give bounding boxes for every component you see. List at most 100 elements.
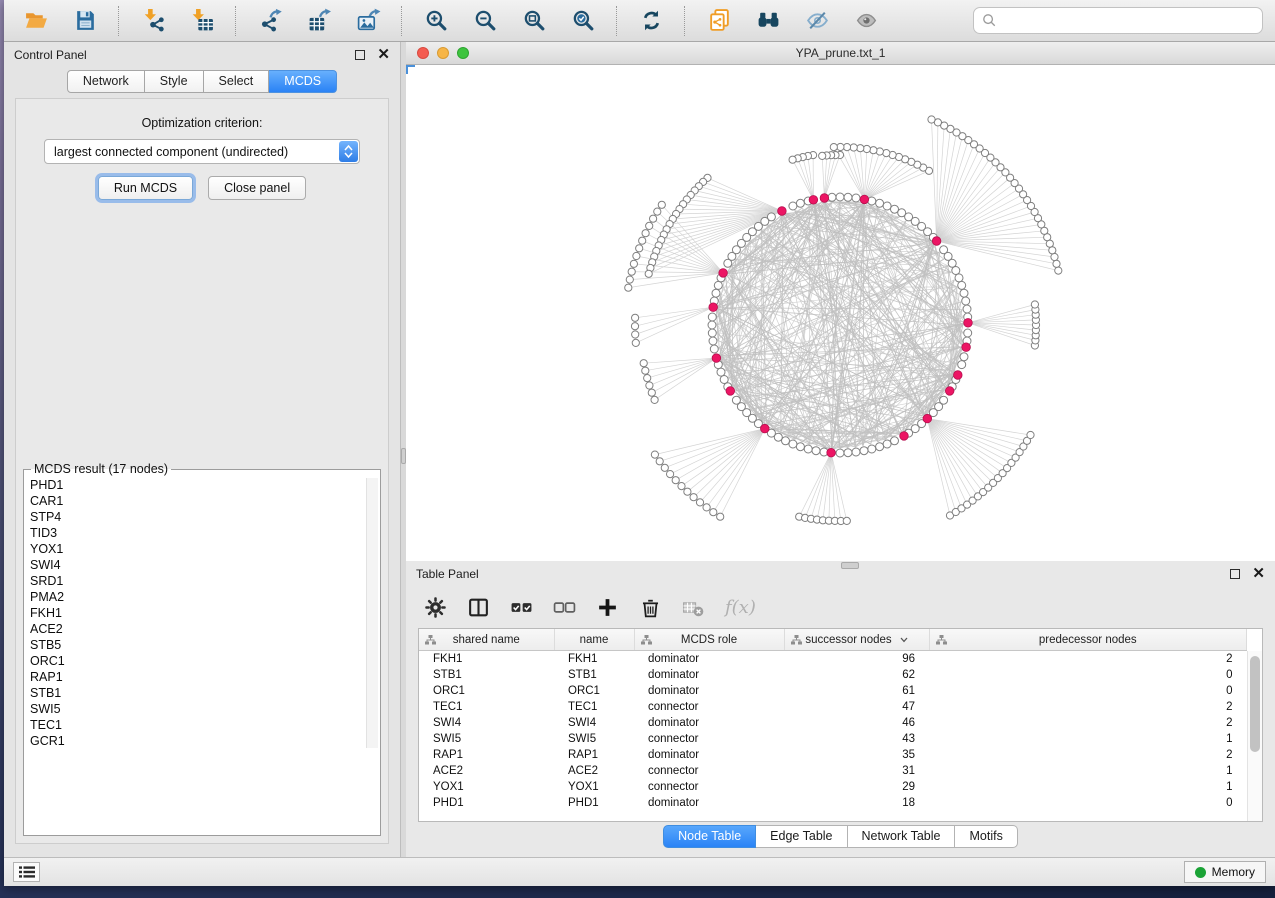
- zoom-out-button[interactable]: [465, 5, 505, 37]
- zoom-selected-button[interactable]: [563, 5, 603, 37]
- table-scrollbar-thumb[interactable]: [1250, 656, 1260, 752]
- cell: FKH1: [419, 651, 554, 668]
- result-node-item[interactable]: STB1: [30, 685, 378, 701]
- column-header-MCDS-role[interactable]: MCDS role: [634, 629, 784, 651]
- delete-table-button[interactable]: [682, 596, 705, 619]
- first-neighbors-button[interactable]: [748, 5, 788, 37]
- cell: connector: [634, 731, 784, 747]
- run-mcds-button[interactable]: Run MCDS: [98, 176, 193, 200]
- criterion-select[interactable]: largest connected component (undirected): [44, 139, 360, 164]
- tab-style[interactable]: Style: [145, 70, 204, 93]
- task-history-button[interactable]: [13, 862, 40, 882]
- cell: PHD1: [554, 795, 634, 811]
- result-node-item[interactable]: PMA2: [30, 589, 378, 605]
- table-row[interactable]: ACE2ACE2connector311: [419, 763, 1247, 779]
- tab-mcds[interactable]: MCDS: [269, 70, 337, 93]
- table-row[interactable]: STB1STB1dominator620: [419, 667, 1247, 683]
- tab-motifs[interactable]: Motifs: [955, 825, 1017, 848]
- table-row[interactable]: PHD1PHD1dominator180: [419, 795, 1247, 811]
- table-header-row[interactable]: shared namenameMCDS rolesuccessor nodesp…: [419, 629, 1247, 651]
- zoom-fit-button[interactable]: [514, 5, 554, 37]
- cell: 47: [784, 699, 929, 715]
- column-header-name[interactable]: name: [554, 629, 634, 651]
- tab-select[interactable]: Select: [204, 70, 270, 93]
- import-table-button[interactable]: [182, 5, 222, 37]
- select-all-button[interactable]: [510, 596, 533, 619]
- close-table-panel-icon[interactable]: ✕: [1252, 568, 1265, 580]
- table-row[interactable]: RAP1RAP1dominator352: [419, 747, 1247, 763]
- export-image-icon: [356, 8, 381, 33]
- create-column-button[interactable]: [596, 596, 619, 619]
- float-table-panel-icon[interactable]: [1230, 569, 1240, 579]
- close-panel-button[interactable]: Close panel: [208, 176, 306, 200]
- table-row[interactable]: SWI4SWI4dominator462: [419, 715, 1247, 731]
- column-header-successor-nodes[interactable]: successor nodes: [784, 629, 929, 651]
- function-builder-button[interactable]: f(x): [725, 597, 756, 618]
- window-zoom-icon[interactable]: [457, 47, 469, 59]
- result-node-item[interactable]: CAR1: [30, 493, 378, 509]
- result-node-item[interactable]: SWI4: [30, 557, 378, 573]
- eye-slash-icon: [805, 8, 830, 33]
- result-node-item[interactable]: YOX1: [30, 541, 378, 557]
- delete-column-button[interactable]: [639, 596, 662, 619]
- result-node-item[interactable]: GCR1: [30, 733, 378, 749]
- result-node-item[interactable]: RAP1: [30, 669, 378, 685]
- show-columns-button[interactable]: [467, 596, 490, 619]
- float-panel-icon[interactable]: [355, 50, 365, 60]
- network-canvas[interactable]: [406, 65, 1275, 561]
- close-panel-icon[interactable]: ✕: [377, 49, 390, 61]
- table-row[interactable]: YOX1YOX1connector291: [419, 779, 1247, 795]
- search-input[interactable]: [1003, 13, 1254, 29]
- import-network-icon: [141, 8, 166, 33]
- window-minimize-icon[interactable]: [437, 47, 449, 59]
- table-row[interactable]: FKH1FKH1dominator962: [419, 651, 1247, 668]
- clone-document-icon: [707, 8, 732, 33]
- cell: dominator: [634, 683, 784, 699]
- export-network-button[interactable]: [250, 5, 290, 37]
- control-panel: Control Panel ✕ NetworkStyleSelectMCDS O…: [4, 42, 401, 857]
- deselect-all-icon: [553, 596, 576, 619]
- result-node-item[interactable]: TEC1: [30, 717, 378, 733]
- open-session-button[interactable]: [16, 5, 56, 37]
- show-all-button[interactable]: [846, 5, 886, 37]
- column-header-predecessor-nodes[interactable]: predecessor nodes: [929, 629, 1247, 651]
- column-header-shared-name[interactable]: shared name: [419, 629, 554, 651]
- table-settings-button[interactable]: [424, 596, 447, 619]
- table-row[interactable]: TEC1TEC1connector472: [419, 699, 1247, 715]
- tab-node-table[interactable]: Node Table: [663, 825, 756, 848]
- result-node-item[interactable]: ORC1: [30, 653, 378, 669]
- result-list-scrollbar[interactable]: [366, 478, 378, 748]
- tab-network-table[interactable]: Network Table: [848, 825, 956, 848]
- cell: 2: [929, 699, 1247, 715]
- table-scrollbar[interactable]: [1247, 651, 1262, 821]
- result-node-item[interactable]: FKH1: [30, 605, 378, 621]
- window-close-icon[interactable]: [417, 47, 429, 59]
- hide-selected-button[interactable]: [797, 5, 837, 37]
- export-image-button[interactable]: [348, 5, 388, 37]
- result-node-item[interactable]: PHD1: [30, 477, 378, 493]
- result-node-item[interactable]: STP4: [30, 509, 378, 525]
- result-node-item[interactable]: TID3: [30, 525, 378, 541]
- table-row[interactable]: SWI5SWI5connector431: [419, 731, 1247, 747]
- result-node-item[interactable]: SRD1: [30, 573, 378, 589]
- focus-corner-accent: [406, 65, 415, 74]
- table-panel-title: Table Panel: [416, 567, 1230, 581]
- apply-layout-button[interactable]: [631, 5, 671, 37]
- table-splitter-grip[interactable]: [841, 562, 859, 569]
- deselect-all-button[interactable]: [553, 596, 576, 619]
- memory-button[interactable]: Memory: [1184, 861, 1266, 883]
- zoom-in-button[interactable]: [416, 5, 456, 37]
- table-body: FKH1FKH1dominator962STB1STB1dominator620…: [419, 651, 1247, 812]
- clone-network-button[interactable]: [699, 5, 739, 37]
- tab-edge-table[interactable]: Edge Table: [756, 825, 847, 848]
- table-row[interactable]: ORC1ORC1dominator610: [419, 683, 1247, 699]
- export-table-button[interactable]: [299, 5, 339, 37]
- result-node-item[interactable]: ACE2: [30, 621, 378, 637]
- tab-network[interactable]: Network: [67, 70, 145, 93]
- save-session-button[interactable]: [65, 5, 105, 37]
- result-node-item[interactable]: SWI5: [30, 701, 378, 717]
- toolbar-separator: [401, 6, 403, 36]
- result-node-item[interactable]: STB5: [30, 637, 378, 653]
- memory-status-icon: [1195, 867, 1206, 878]
- import-network-button[interactable]: [133, 5, 173, 37]
